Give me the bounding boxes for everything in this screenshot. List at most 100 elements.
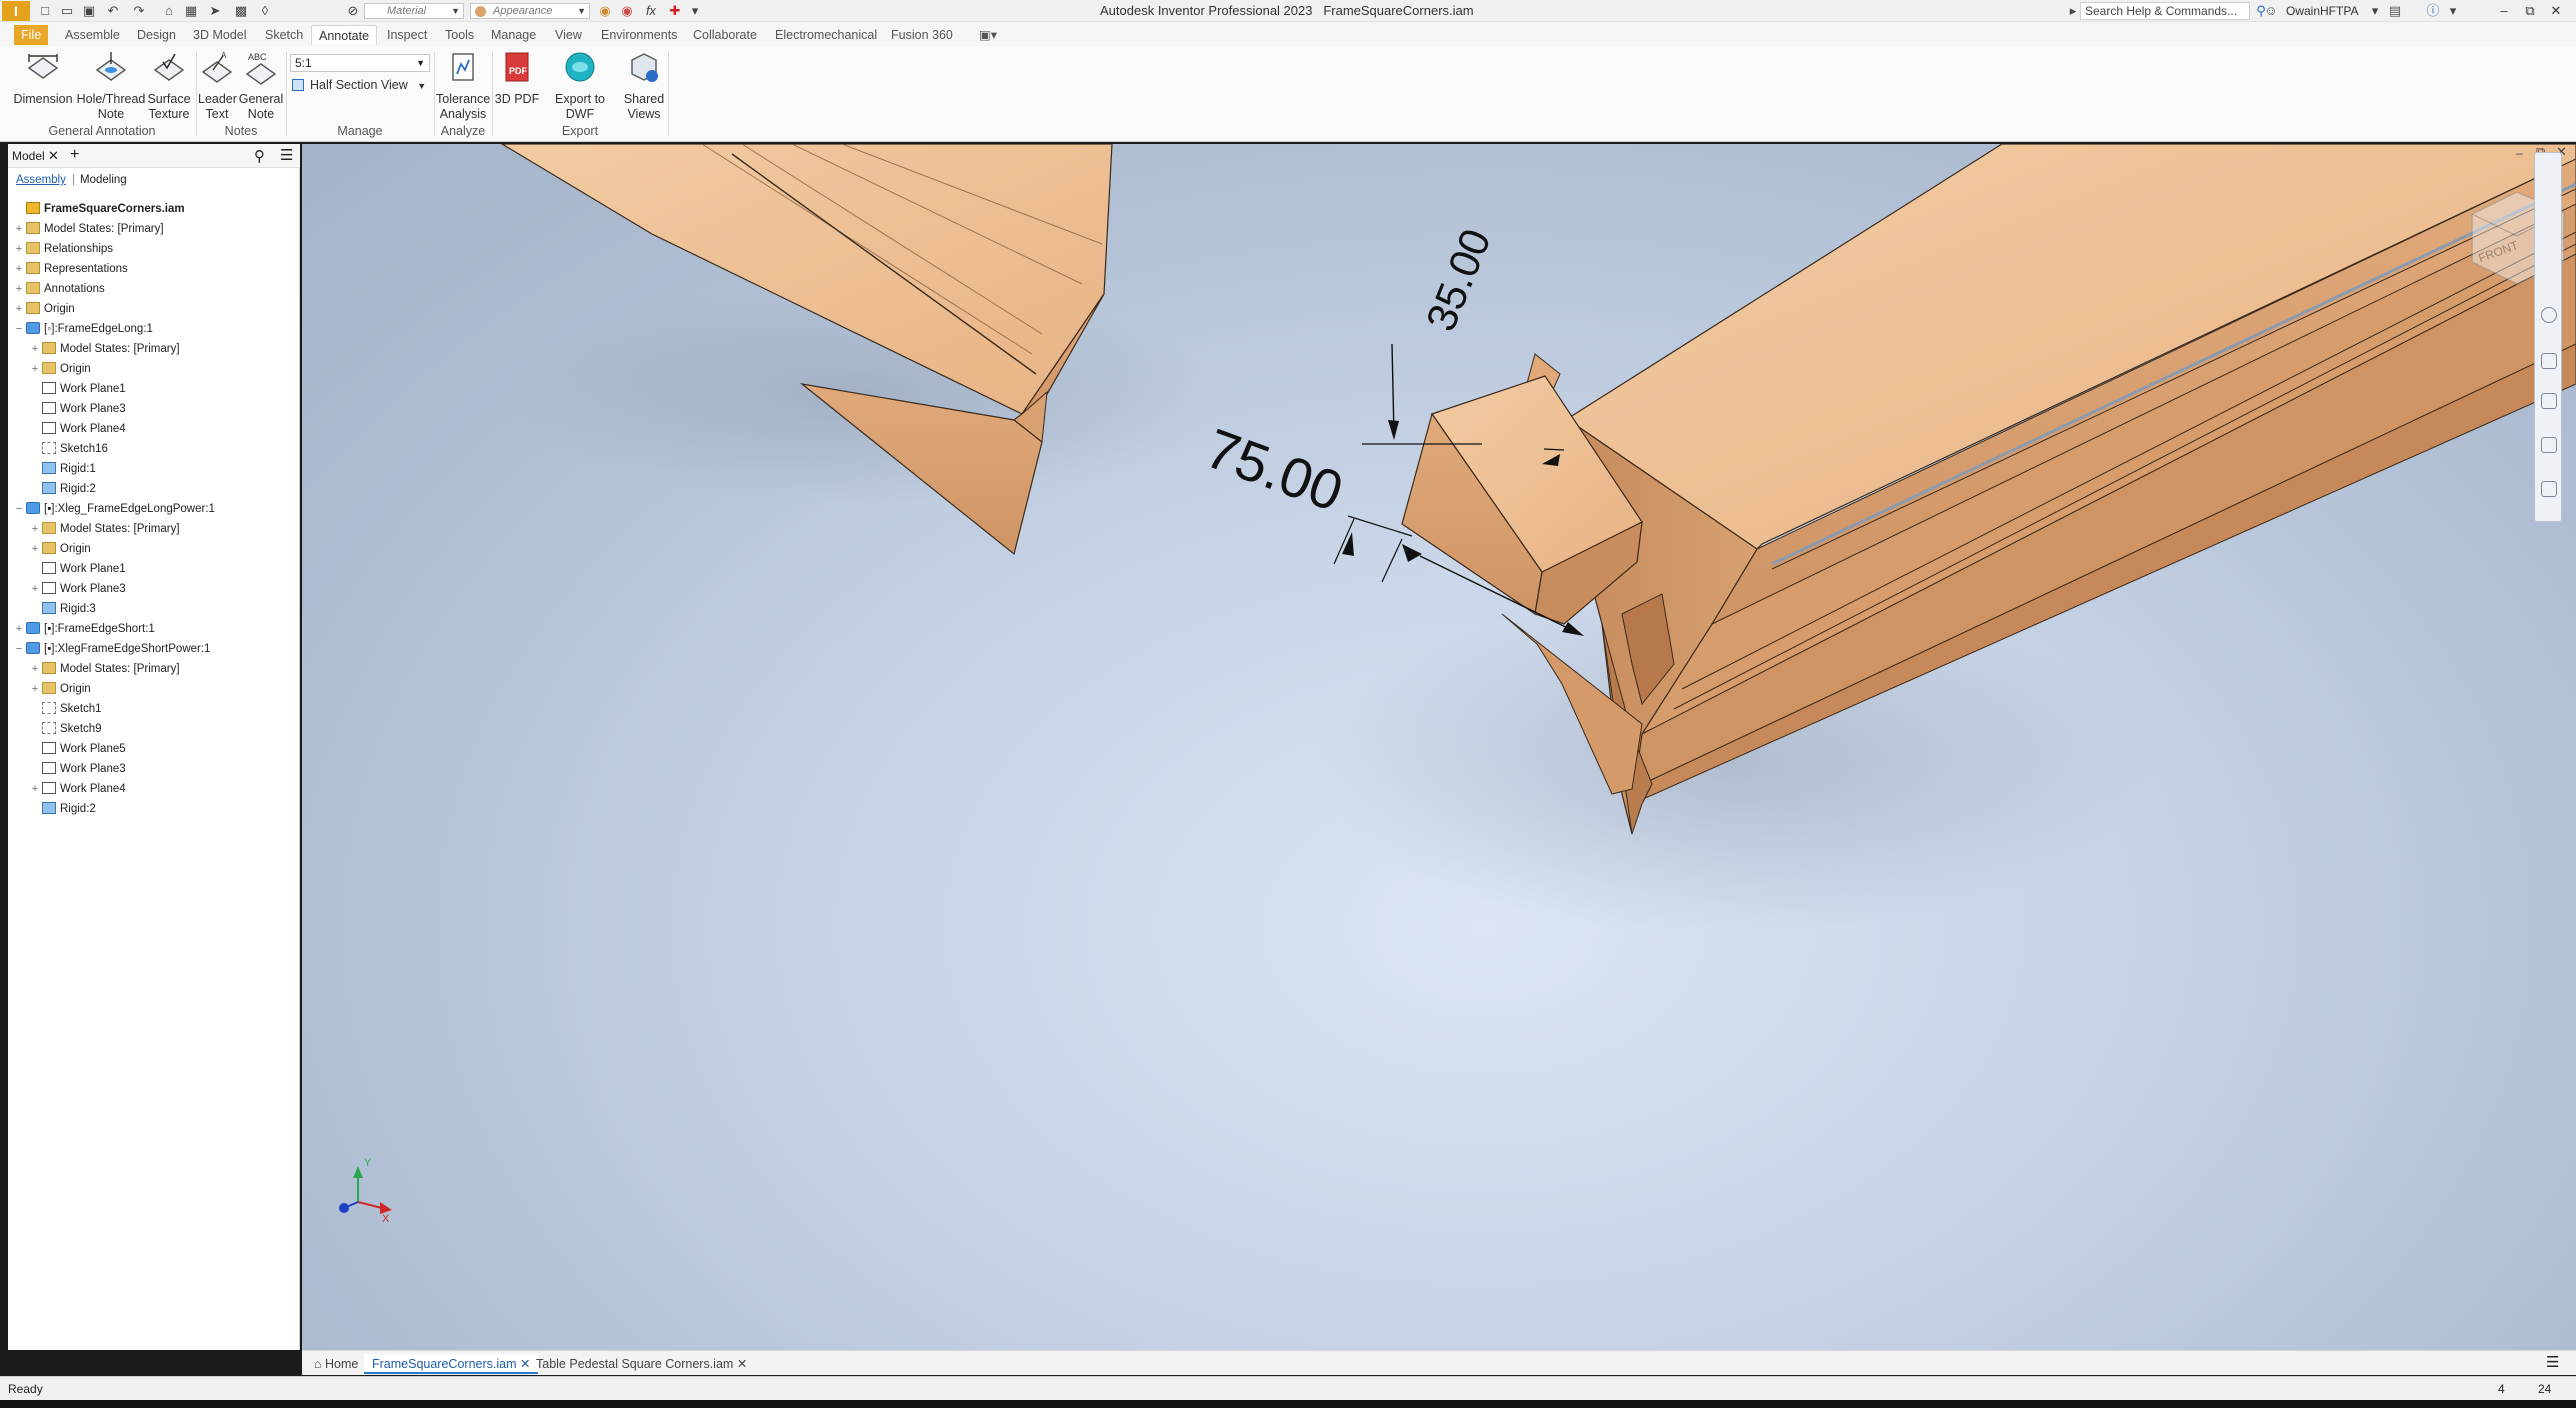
tree-item[interactable]: Sketch16 <box>8 439 300 459</box>
search-icon[interactable]: ⚲ <box>254 147 265 165</box>
tree-item[interactable]: + Work Plane3 <box>8 579 300 599</box>
tab-design[interactable]: Design <box>130 25 183 45</box>
inventor-logo-icon[interactable]: I <box>2 1 30 21</box>
dimension-button[interactable]: Dimension <box>12 50 74 120</box>
tree-item[interactable]: Sketch9 <box>8 719 300 739</box>
ribbon-options-icon[interactable]: ▣▾ <box>972 25 1004 45</box>
redo-icon[interactable]: ↷ <box>130 3 148 19</box>
tree-item[interactable]: + Origin <box>8 299 300 319</box>
minimize-icon[interactable]: – <box>2492 2 2516 20</box>
add-tab-icon[interactable]: + <box>70 146 79 164</box>
tab-table-pedestal[interactable]: Table Pedestal Square Corners.iam ✕ <box>528 1354 755 1374</box>
half-section-view-button[interactable]: Half Section View ▼ <box>292 78 426 92</box>
3d-pdf-button[interactable]: PDF 3D PDF <box>494 50 540 120</box>
scale-select[interactable]: 5:1 ▼ <box>290 54 430 72</box>
add-icon[interactable]: ✚ <box>666 3 684 19</box>
tree-item[interactable]: − [▪]:XlegFrameEdgeShortPower:1 <box>8 639 300 659</box>
tab-file[interactable]: File <box>14 25 49 45</box>
fx-parameters-icon[interactable]: fx <box>642 3 660 19</box>
tab-model[interactable]: Model <box>12 149 45 163</box>
tab-sketch[interactable]: Sketch <box>258 25 310 45</box>
expand-icon[interactable]: + <box>28 339 42 359</box>
open-file-icon[interactable]: ▭ <box>58 3 76 19</box>
graphics-viewport[interactable]: 35.00 75.00 FRONT Y X – ✕ <box>302 144 2576 1350</box>
hole-thread-note-button[interactable]: Hole/Thread Note <box>76 50 146 121</box>
close-tab-icon[interactable]: ✕ <box>737 1357 747 1371</box>
clear-appearance-icon[interactable]: ◉ <box>618 3 636 19</box>
zoom-icon[interactable] <box>2541 393 2557 409</box>
collapse-icon[interactable]: − <box>12 319 26 339</box>
tree-item[interactable]: Work Plane3 <box>8 399 300 419</box>
save-icon[interactable]: ▣ <box>80 3 98 19</box>
tolerance-analysis-button[interactable]: Tolerance Analysis <box>436 50 490 121</box>
expand-icon[interactable]: + <box>12 239 26 259</box>
surface-texture-button[interactable]: Surface Texture <box>146 50 192 121</box>
tree-item[interactable]: − [◦]:FrameEdgeLong:1 <box>8 319 300 339</box>
tab-annotate[interactable]: Annotate <box>311 25 378 45</box>
steering-wheel-icon[interactable] <box>2541 307 2557 323</box>
tab-assemble[interactable]: Assemble <box>58 25 127 45</box>
shared-views-button[interactable]: Shared Views <box>622 50 666 121</box>
tree-item[interactable]: + Model States: [Primary] <box>8 519 300 539</box>
qat-customize-icon[interactable]: ▾ <box>686 3 704 19</box>
search-input[interactable]: Search Help & Commands... <box>2080 2 2250 20</box>
expand-icon[interactable]: + <box>12 299 26 319</box>
tree-item[interactable]: + Origin <box>8 359 300 379</box>
tree-item[interactable]: Work Plane4 <box>8 419 300 439</box>
subtab-assembly[interactable]: Assembly <box>16 174 66 186</box>
close-model-tab-icon[interactable]: ✕ <box>48 148 59 164</box>
update-icon[interactable]: ▦ <box>182 3 200 19</box>
tab-collaborate[interactable]: Collaborate <box>686 25 764 45</box>
tree-item[interactable]: Rigid:3 <box>8 599 300 619</box>
clear-override-icon[interactable]: ⊘ <box>344 3 362 19</box>
tab-environments[interactable]: Environments <box>594 25 684 45</box>
dimension-75-label[interactable]: 75.00 <box>1198 416 1351 523</box>
tab-list-menu-icon[interactable]: ☰ <box>2546 1353 2559 1371</box>
home-icon[interactable]: ⌂ <box>160 3 178 19</box>
general-note-button[interactable]: ABC General Note <box>238 50 284 121</box>
leader-text-button[interactable]: A Leader Text <box>198 50 237 121</box>
measure-icon[interactable]: ▩ <box>232 3 250 19</box>
tab-inspect[interactable]: Inspect <box>380 25 434 45</box>
look-at-icon[interactable] <box>2541 481 2557 497</box>
tab-framesquarecorners[interactable]: FrameSquareCorners.iam ✕ <box>364 1354 539 1374</box>
assembly-model-view[interactable]: 35.00 75.00 FRONT Y X <box>302 144 2576 1350</box>
tree-item[interactable]: Work Plane1 <box>8 379 300 399</box>
appearance-combo[interactable]: Appearance ▼ <box>470 3 590 19</box>
expand-icon[interactable]: + <box>12 259 26 279</box>
expand-icon[interactable]: + <box>28 359 42 379</box>
tab-home[interactable]: ⌂ Home <box>306 1354 366 1374</box>
tree-item[interactable]: Work Plane5 <box>8 739 300 759</box>
pan-icon[interactable] <box>2541 353 2557 369</box>
user-icon[interactable]: ☺ <box>2262 3 2280 19</box>
expand-icon[interactable]: + <box>28 579 42 599</box>
tree-item[interactable]: Rigid:2 <box>8 479 300 499</box>
tree-item[interactable]: Sketch1 <box>8 699 300 719</box>
tab-manage[interactable]: Manage <box>484 25 543 45</box>
tree-item[interactable]: + [▪]:FrameEdgeShort:1 <box>8 619 300 639</box>
cart-icon[interactable]: ▤ <box>2386 3 2404 19</box>
tab-3d-model[interactable]: 3D Model <box>186 25 254 45</box>
adjust-icon[interactable]: ◉ <box>596 3 614 19</box>
expand-icon[interactable]: + <box>28 679 42 699</box>
menu-icon[interactable]: ☰ <box>280 146 293 164</box>
material-combo[interactable]: Material ▼ <box>364 3 464 19</box>
collapse-icon[interactable]: − <box>12 639 26 659</box>
export-to-dwf-button[interactable]: Export to DWF <box>540 50 620 121</box>
select-icon[interactable]: ➤ <box>206 3 224 19</box>
tree-item[interactable]: Work Plane3 <box>8 759 300 779</box>
tree-item[interactable]: Rigid:1 <box>8 459 300 479</box>
tree-item[interactable]: + Model States: [Primary] <box>8 339 300 359</box>
user-name[interactable]: OwainHFTPA <box>2286 4 2358 18</box>
subtab-modeling[interactable]: Modeling <box>80 174 127 186</box>
help-menu-chevron-icon[interactable]: ▾ <box>2444 3 2462 19</box>
restore-icon[interactable]: ⧉ <box>2518 2 2542 20</box>
undo-icon[interactable]: ↶ <box>104 3 122 19</box>
close-icon[interactable]: ✕ <box>2544 2 2568 20</box>
tab-tools[interactable]: Tools <box>438 25 481 45</box>
tree-item[interactable]: + Representations <box>8 259 300 279</box>
expand-icon[interactable]: + <box>28 519 42 539</box>
user-menu-chevron-icon[interactable]: ▾ <box>2366 3 2384 19</box>
expand-icon[interactable]: + <box>28 659 42 679</box>
dimension-35-label[interactable]: 35.00 <box>1417 222 1500 337</box>
